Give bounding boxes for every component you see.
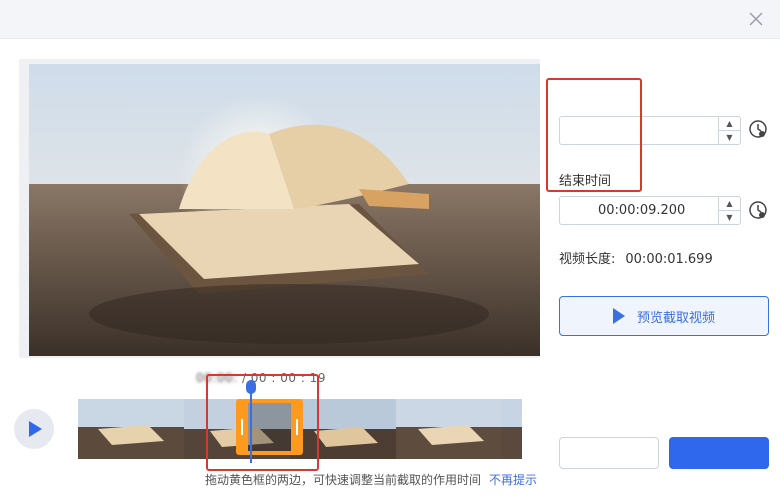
- close-icon[interactable]: [746, 9, 766, 29]
- duration-label: 视频长度:: [559, 252, 616, 267]
- video-preview-frame: [19, 59, 540, 358]
- duration-value: 00:00:01.699: [625, 252, 713, 267]
- video-preview: [29, 64, 540, 356]
- playhead[interactable]: [250, 385, 252, 463]
- play-icon: [612, 308, 625, 324]
- play-icon: [29, 421, 42, 437]
- end-time-value: 00:00:09.200: [598, 203, 686, 218]
- dont-show-again-link[interactable]: 不再提示: [489, 473, 537, 487]
- grip-icon: [241, 419, 243, 435]
- trim-selection[interactable]: [236, 399, 303, 455]
- play-button[interactable]: [14, 409, 54, 449]
- total-time: 00 : 00 : 19: [250, 371, 326, 385]
- end-time-stepper[interactable]: ▲ ▼: [718, 197, 740, 224]
- current-time: 00:00:: [196, 371, 238, 385]
- preview-clip-button[interactable]: 预览截取视频: [559, 296, 769, 336]
- start-time-stepper[interactable]: ▲ ▼: [718, 117, 740, 144]
- playhead-knob[interactable]: [246, 380, 256, 394]
- locate-time-icon[interactable]: [747, 118, 769, 140]
- filmstrip-frame: [502, 399, 522, 459]
- locate-time-icon[interactable]: [747, 199, 769, 221]
- chevron-down-icon[interactable]: ▼: [719, 211, 740, 224]
- start-time-input[interactable]: ▲ ▼: [559, 116, 741, 145]
- chevron-down-icon[interactable]: ▼: [719, 131, 740, 144]
- end-time-label: 结束时间: [559, 174, 612, 189]
- duration-readout: 视频长度: 00:00:01.699: [559, 248, 713, 267]
- trim-hint: 拖动黄色框的两边，可快速调整当前截取的作用时间 不再提示: [205, 471, 537, 488]
- filmstrip-frame: [78, 399, 184, 459]
- cancel-button[interactable]: [559, 437, 659, 469]
- filmstrip-frame: [290, 399, 396, 459]
- trim-handle-right[interactable]: [291, 403, 303, 451]
- grip-icon: [296, 419, 298, 435]
- filmstrip-frame: [396, 399, 502, 459]
- ok-button[interactable]: [669, 437, 769, 469]
- chevron-up-icon[interactable]: ▲: [719, 197, 740, 211]
- hint-text: 拖动黄色框的两边，可快速调整当前截取的作用时间: [205, 473, 482, 487]
- trim-handle-left[interactable]: [236, 403, 248, 451]
- chevron-up-icon[interactable]: ▲: [719, 117, 740, 131]
- time-readout: 00:00: / 00 : 00 : 19: [196, 371, 326, 385]
- end-time-input[interactable]: 00:00:09.200 ▲ ▼: [559, 196, 741, 225]
- dialog-titlebar: [0, 0, 780, 39]
- preview-clip-label: 预览截取视频: [636, 310, 715, 326]
